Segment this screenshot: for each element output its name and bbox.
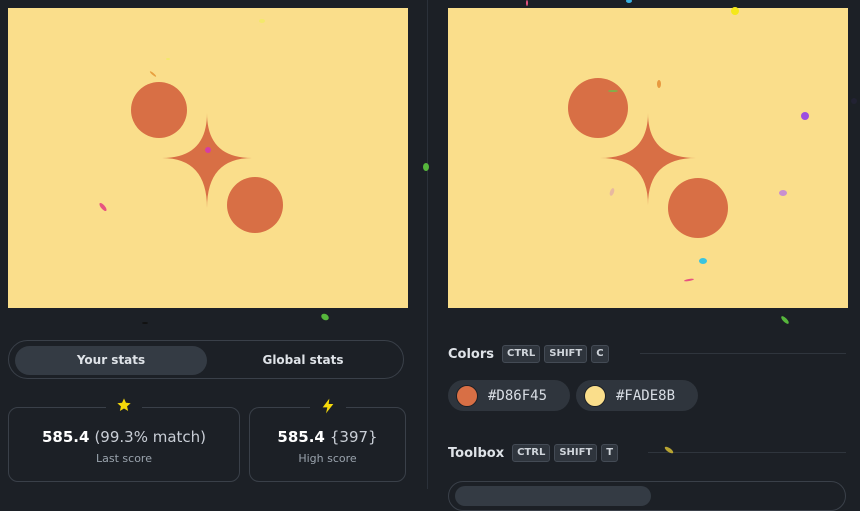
circle-top-left	[131, 82, 187, 138]
lightning-icon	[309, 397, 346, 417]
confetti-piece	[526, 0, 528, 6]
tab-your-stats[interactable]: Your stats	[15, 346, 207, 375]
kbd-t: T	[601, 444, 619, 462]
kbd-shift: SHIFT	[554, 444, 598, 462]
kbd-ctrl: CTRL	[502, 345, 541, 363]
swatch-dot	[456, 384, 478, 407]
confetti-piece	[781, 316, 789, 324]
toolbox-tool-switcher	[448, 481, 846, 511]
colors-title: Colors	[448, 346, 495, 362]
kbd-c: C	[591, 345, 609, 363]
circle-top-left	[568, 78, 628, 138]
high-score-rank: {397}	[329, 428, 378, 446]
toolbox-section-rule	[648, 452, 846, 453]
colors-section-rule	[640, 353, 846, 354]
confetti-piece	[626, 0, 632, 3]
toolbox-title: Toolbox	[448, 445, 505, 461]
star-icon	[106, 397, 142, 417]
stats-tab-switcher: Your stats Global stats	[8, 340, 404, 379]
color-swatch-yellow[interactable]: #FADE8B	[576, 380, 698, 411]
last-score-caption: Last score	[96, 452, 152, 465]
toolbox-section-header: Toolbox CTRL SHIFT T	[448, 443, 622, 463]
confetti-piece	[142, 322, 148, 324]
swatch-hex: #FADE8B	[616, 387, 676, 404]
high-score-line: 585.4 {397}	[250, 428, 405, 446]
swatch-hex: #D86F45	[488, 387, 548, 404]
tab-global-stats[interactable]: Global stats	[207, 346, 399, 375]
circle-bottom-right	[668, 178, 728, 238]
last-score-value: 585.4	[41, 428, 90, 446]
confetti-piece	[851, 98, 857, 104]
confetti-piece	[321, 313, 329, 321]
colors-section-header: Colors CTRL SHIFT C	[448, 344, 613, 364]
last-score-card: 585.4 (99.3% match) Last score	[8, 397, 240, 482]
circle-bottom-right	[227, 177, 283, 233]
high-score-caption: High score	[298, 452, 357, 465]
last-score-line: 585.4 (99.3% match)	[9, 428, 239, 446]
confetti-piece	[664, 446, 674, 454]
high-score-value: 585.4	[277, 428, 325, 446]
toolbox-active-tool[interactable]	[455, 486, 651, 506]
target-canvas	[448, 8, 848, 308]
color-swatch-orange[interactable]: #D86F45	[448, 380, 570, 411]
output-canvas	[8, 8, 408, 308]
panel-divider	[427, 0, 428, 489]
last-score-match: (99.3% match)	[94, 428, 206, 446]
swatch-dot	[584, 384, 606, 407]
confetti-piece	[423, 163, 429, 171]
kbd-shift: SHIFT	[544, 345, 588, 363]
kbd-ctrl: CTRL	[512, 444, 551, 462]
high-score-card: 585.4 {397} High score	[249, 397, 406, 482]
